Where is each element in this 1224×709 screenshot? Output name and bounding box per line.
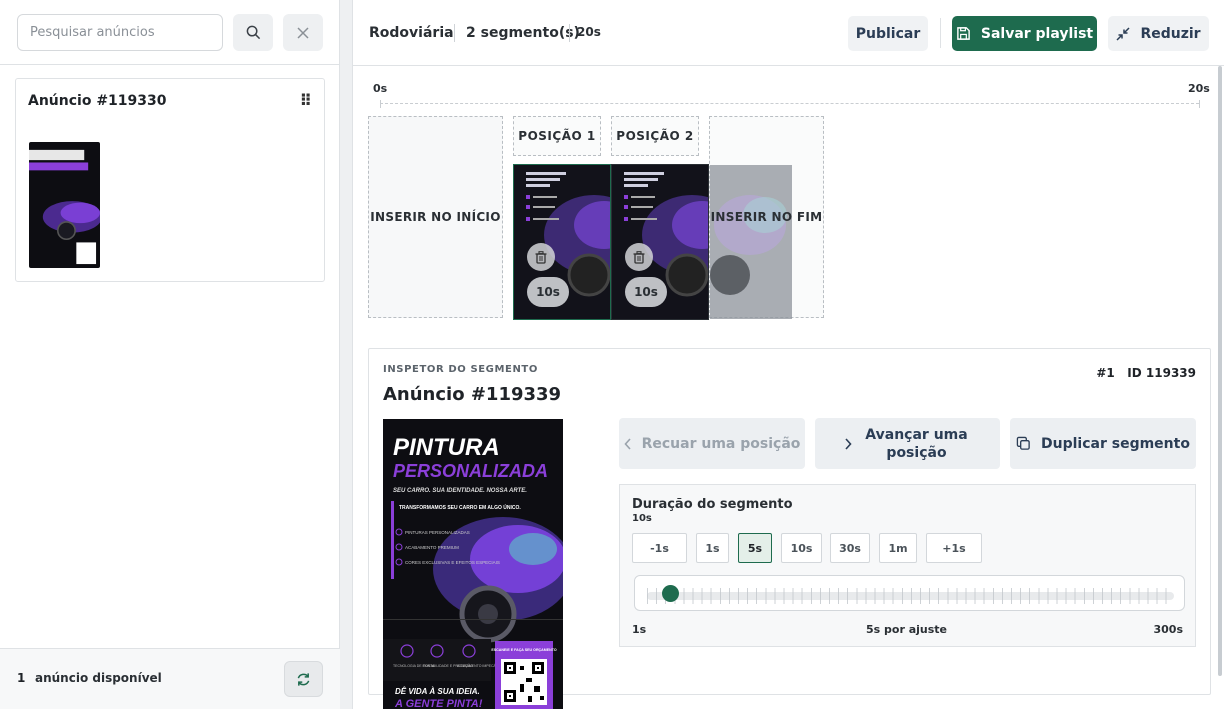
- segment-slot-2[interactable]: 10s: [611, 164, 709, 320]
- timeline-ruler: [380, 103, 1199, 104]
- publish-button[interactable]: Publicar: [848, 16, 928, 51]
- trash-icon: [633, 250, 645, 264]
- segment-index: #1: [1096, 366, 1115, 380]
- move-forward-label: Avançar uma posição: [865, 426, 968, 461]
- insert-start-dropzone[interactable]: INSERIR NO INÍCIO: [368, 116, 503, 318]
- chevron-left-icon: [624, 437, 631, 450]
- search-icon: [246, 25, 260, 40]
- segment-duration-panel: Duração do segmento 10s -1s 1s 5s 10s 30…: [619, 484, 1196, 647]
- position-label: POSIÇÃO 2: [616, 129, 694, 143]
- refresh-button[interactable]: [284, 661, 323, 697]
- poster-slogan-2: A GENTE PINTA!: [394, 698, 483, 709]
- segment-slot-1[interactable]: 10s: [513, 164, 611, 320]
- segment-duration-pill[interactable]: 10s: [625, 277, 667, 307]
- divider: [454, 24, 455, 42]
- segment-id: #1 ID 119339: [1096, 366, 1196, 380]
- panel-divider[interactable]: [340, 0, 352, 709]
- search-bar: [0, 0, 340, 65]
- duration-min-label: 1s: [632, 623, 647, 636]
- duration-step-label: 5s por ajuste: [866, 623, 948, 636]
- search-input[interactable]: [17, 14, 223, 51]
- poster-feature: ACABAMENTO PREMIUM: [405, 545, 459, 550]
- close-icon: [297, 26, 309, 39]
- search-button[interactable]: [233, 14, 273, 51]
- position-1-label: POSIÇÃO 1: [513, 116, 601, 156]
- duration-chip-30s[interactable]: 30s: [830, 533, 870, 563]
- insert-end-dropzone[interactable]: INSERIR NO FIM: [709, 116, 824, 319]
- poster-subheadline: PERSONALIZADA: [393, 461, 548, 481]
- total-duration: 20s: [577, 25, 601, 39]
- ads-count: 1: [17, 671, 26, 685]
- duration-chip-10s[interactable]: 10s: [781, 533, 822, 563]
- minimize-icon: [1116, 26, 1130, 41]
- insert-start-label: INSERIR NO INÍCIO: [370, 210, 501, 224]
- save-icon: [957, 27, 970, 40]
- drag-handle-icon[interactable]: ⠿: [300, 91, 312, 110]
- save-playlist-button[interactable]: Salvar playlist: [952, 16, 1097, 51]
- timeline-tick: [1199, 100, 1200, 108]
- slider-handle[interactable]: [662, 585, 679, 602]
- delete-segment-button[interactable]: [625, 243, 653, 271]
- ad-thumbnail[interactable]: [29, 142, 100, 268]
- duration-heading: Duração do segmento: [632, 497, 793, 512]
- ads-sidebar: Anúncio #119330 ⠿ 1 anúncio disponível: [0, 0, 340, 709]
- insert-end-label: INSERIR NO FIM: [710, 210, 823, 224]
- duration-chip-minus-1s[interactable]: -1s: [632, 533, 687, 563]
- duration-slider[interactable]: [634, 575, 1185, 611]
- copy-icon: [1016, 436, 1030, 450]
- reduce-button[interactable]: Reduzir: [1108, 16, 1209, 51]
- move-forward-button[interactable]: Avançar uma posição: [815, 418, 1000, 469]
- duration-value: 10s: [632, 513, 652, 524]
- drag-preview-image: [710, 165, 792, 319]
- main-scrollbar[interactable]: [1218, 66, 1222, 676]
- delete-segment-button[interactable]: [527, 243, 555, 271]
- save-label: Salvar playlist: [980, 25, 1094, 42]
- segment-count: 2 segmento(s): [466, 25, 580, 41]
- segment-preview-image: PINTURA PERSONALIZADA SEU CARRO. SUA IDE…: [383, 419, 563, 709]
- segment-id-text: ID 119339: [1127, 366, 1196, 380]
- refresh-icon: [297, 672, 310, 686]
- duration-chip-plus-1s[interactable]: +1s: [926, 533, 982, 563]
- divider: [569, 24, 570, 42]
- duplicate-segment-button[interactable]: Duplicar segmento: [1010, 418, 1196, 469]
- sidebar-footer: 1 anúncio disponível: [0, 648, 340, 709]
- duration-chip-1m[interactable]: 1m: [879, 533, 917, 563]
- chevron-right-icon: [844, 437, 852, 450]
- timeline-end-label: 20s: [1188, 82, 1210, 95]
- move-back-label: Recuar uma posição: [641, 435, 801, 452]
- inspector-title: Anúncio #119339: [383, 384, 562, 405]
- position-label: POSIÇÃO 1: [518, 129, 596, 143]
- playlist-editor: Rodoviária 2 segmento(s) 20s Publicar Sa…: [352, 0, 1224, 709]
- trash-icon: [535, 250, 547, 264]
- timeline-start-label: 0s: [373, 82, 388, 95]
- poster-headline: PINTURA: [393, 434, 500, 461]
- clear-search-button[interactable]: [283, 14, 323, 51]
- duration-chip-1s[interactable]: 1s: [696, 533, 729, 563]
- poster-intro: TRANSFORMAMOS SEU CARRO EM ALGO ÚNICO.: [399, 504, 521, 511]
- duplicate-label: Duplicar segmento: [1041, 435, 1190, 452]
- poster-feature: CORES EXCLUSIVAS E EFEITOS ESPECIAIS: [405, 560, 500, 565]
- divider: [940, 18, 941, 48]
- ad-card[interactable]: Anúncio #119330 ⠿: [15, 78, 325, 282]
- slider-ticks: [647, 588, 1174, 604]
- duration-max-label: 300s: [1153, 623, 1183, 636]
- reduce-label: Reduzir: [1140, 25, 1201, 42]
- poster-qr-text: ESCANEIE E FAÇA SEU ORÇAMENTO: [491, 648, 556, 652]
- publish-label: Publicar: [855, 25, 921, 42]
- segment-duration-pill[interactable]: 10s: [527, 277, 569, 307]
- poster-slogan: DÊ VIDA À SUA IDEIA.: [395, 687, 480, 696]
- ads-count-label: anúncio disponível: [35, 671, 162, 685]
- segment-inspector: INSPETOR DO SEGMENTO Anúncio #119339 #1 …: [368, 348, 1211, 709]
- playlist-title: Rodoviária: [369, 25, 454, 41]
- ad-card-title: Anúncio #119330: [28, 93, 167, 109]
- editor-header: Rodoviária 2 segmento(s) 20s Publicar Sa…: [353, 0, 1224, 66]
- move-back-button[interactable]: Recuar uma posição: [619, 418, 805, 469]
- inspector-kicker: INSPETOR DO SEGMENTO: [383, 364, 538, 375]
- position-2-label: POSIÇÃO 2: [611, 116, 699, 156]
- timeline-tick: [380, 100, 381, 108]
- duration-chip-5s[interactable]: 5s: [738, 533, 772, 563]
- poster-feature: PINTURAS PERSONALIZADAS: [405, 530, 470, 535]
- poster-tagline: SEU CARRO. SUA IDENTIDADE. NOSSA ARTE.: [393, 488, 527, 494]
